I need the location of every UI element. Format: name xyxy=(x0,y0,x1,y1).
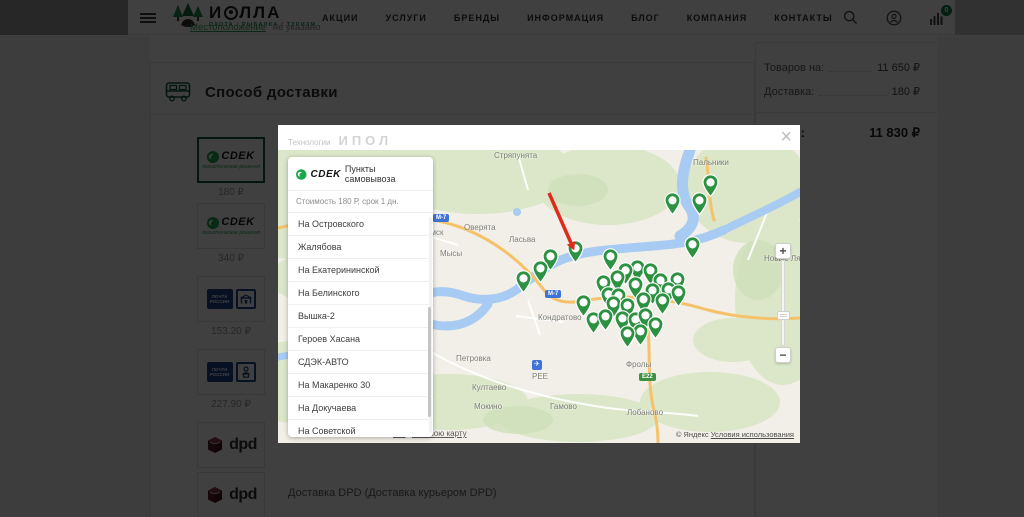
map-label: Стряпунята xyxy=(494,151,537,160)
widget-watermark: Технологии ИПОЛ xyxy=(288,133,392,148)
map-zoom-control: + − xyxy=(775,243,791,363)
map-label: Мысы xyxy=(440,249,462,258)
cdek-logo-icon xyxy=(296,169,307,180)
pickup-point-item[interactable]: Героев Хасана xyxy=(288,328,433,351)
ipol-logo: ИПОЛ xyxy=(338,133,392,148)
pickup-point-pin-icon[interactable] xyxy=(654,292,671,315)
pickup-point-pin-icon[interactable] xyxy=(619,325,636,348)
map-label: Петровка xyxy=(456,354,491,363)
pickup-point-item[interactable]: На Белинского xyxy=(288,282,433,305)
panel-scrollbar-thumb[interactable] xyxy=(428,307,431,417)
zoom-slider-track[interactable] xyxy=(781,260,785,346)
pickup-point-pin-icon[interactable] xyxy=(664,192,681,215)
map-label: Култаево xyxy=(472,383,506,392)
pickup-points-modal: Технологии ИПОЛ × xyxy=(278,125,800,443)
zoom-slider-handle[interactable] xyxy=(777,311,790,320)
panel-subtitle: Стоимость 180 Р, срок 1 дн. xyxy=(288,191,433,213)
airport-icon: ✈ xyxy=(532,360,542,370)
pickup-point-pin-icon[interactable] xyxy=(532,260,549,283)
panel-title: Пункты самовывоза xyxy=(345,164,425,184)
map-label: Фролы xyxy=(626,360,651,369)
map-copyright: © Яндекс Условия использования xyxy=(676,430,794,439)
map-label: PEE xyxy=(532,372,548,381)
road-badge: Е22 xyxy=(639,373,656,381)
map-label: Мокино xyxy=(474,402,502,411)
map-label: Гамово xyxy=(550,402,577,411)
terms-link[interactable]: Условия использования xyxy=(711,430,794,439)
pickup-point-item[interactable]: На Докучаева xyxy=(288,397,433,420)
pickup-points-panel: CDEK Пункты самовывоза Стоимость 180 Р, … xyxy=(288,157,433,437)
pickup-point-pin-icon[interactable] xyxy=(597,308,614,331)
pickup-point-pin-icon[interactable] xyxy=(567,240,584,263)
zoom-in-button[interactable]: + xyxy=(775,243,791,259)
pickup-point-item[interactable]: На Екатерининской xyxy=(288,259,433,282)
pickup-point-item[interactable]: Жалябова xyxy=(288,236,433,259)
pickup-point-item[interactable]: На Советской xyxy=(288,420,433,437)
map-label: Лобаново xyxy=(627,408,663,417)
pickup-point-item[interactable]: СДЭК-АВТО xyxy=(288,351,433,374)
road-badge: М-7 xyxy=(433,214,449,222)
pickup-point-item[interactable]: Вышка-2 xyxy=(288,305,433,328)
map-label: Пальники xyxy=(693,158,729,167)
zoom-out-button[interactable]: − xyxy=(775,347,791,363)
map-label: Ласьва xyxy=(509,235,535,244)
pickup-point-pin-icon[interactable] xyxy=(647,316,664,339)
panel-header: CDEK Пункты самовывоза xyxy=(288,157,433,191)
close-icon[interactable]: × xyxy=(780,127,792,147)
cdek-wordmark: CDEK xyxy=(311,169,341,180)
map-label: Оверята xyxy=(464,223,496,232)
pickup-point-pin-icon[interactable] xyxy=(515,270,532,293)
pickup-point-pin-icon[interactable] xyxy=(684,236,701,259)
pickup-point-pin-icon[interactable] xyxy=(670,284,687,307)
pickup-point-item[interactable]: На Островского xyxy=(288,213,433,236)
pickup-point-item[interactable]: На Макаренко 30 xyxy=(288,374,433,397)
road-badge: М-7 xyxy=(545,290,561,298)
panel-scrollbar xyxy=(429,217,432,433)
pickup-point-pin-icon[interactable] xyxy=(691,192,708,215)
